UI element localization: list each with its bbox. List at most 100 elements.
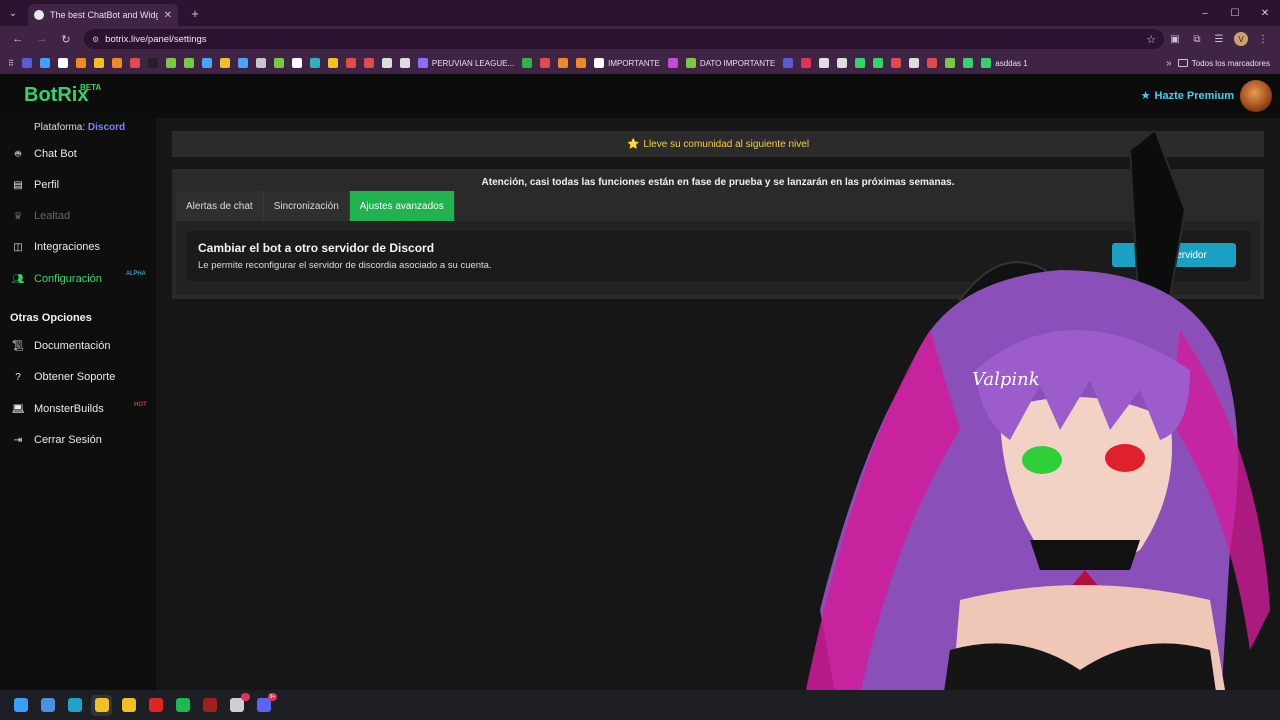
- sidebar-item-chat-bot[interactable]: 🤖︎ Chat Bot: [12, 148, 77, 160]
- profile-avatar[interactable]: V: [1234, 32, 1248, 46]
- bookmark-item[interactable]: [833, 54, 851, 72]
- platform-value[interactable]: Discord: [88, 122, 125, 133]
- sidebar-item-soporte[interactable]: ? Obtener Soporte: [12, 371, 115, 383]
- bookmark-item[interactable]: IMPORTANTE: [590, 54, 664, 72]
- forward-arrow-icon[interactable]: →: [30, 33, 54, 45]
- tab-sincronizacion[interactable]: Sincronización: [263, 191, 350, 221]
- avatar[interactable]: [1240, 80, 1272, 112]
- bookmark-item[interactable]: [572, 54, 590, 72]
- bookmark-item[interactable]: [554, 54, 572, 72]
- bookmark-favicon-icon: [129, 58, 140, 68]
- bookmark-item[interactable]: [664, 54, 682, 72]
- youtube-icon[interactable]: [145, 695, 166, 716]
- bookmark-item[interactable]: [797, 54, 815, 72]
- sidebar-item-documentacion[interactable]: 📜︎ Documentación: [12, 340, 111, 352]
- bookmark-item[interactable]: [54, 54, 72, 72]
- bookmark-item[interactable]: [779, 54, 797, 72]
- apps-grid-icon[interactable]: ⠿: [4, 54, 18, 72]
- tab-search-icon[interactable]: ☰: [1208, 34, 1230, 45]
- app-red-icon[interactable]: [199, 695, 220, 716]
- sidebar-item-configuracion[interactable]: 👥︎ Configuración: [12, 273, 102, 285]
- maximize-button[interactable]: ☐: [1220, 0, 1250, 26]
- sidebar-item-perfil[interactable]: ▤ Perfil: [12, 179, 59, 191]
- bookmark-item[interactable]: [144, 54, 162, 72]
- bookmark-item[interactable]: [959, 54, 977, 72]
- bookmarks-overflow-icon[interactable]: »: [1160, 58, 1178, 69]
- bookmark-item[interactable]: [234, 54, 252, 72]
- sidebar-item-cerrar-sesion[interactable]: ⇥ Cerrar Sesión: [12, 434, 102, 446]
- select-server-button[interactable]: cionar servidor: [1112, 243, 1236, 267]
- bookmark-item[interactable]: [941, 54, 959, 72]
- edge-icon[interactable]: [64, 695, 85, 716]
- bookmark-item[interactable]: [396, 54, 414, 72]
- file-explorer-alt-icon[interactable]: [37, 695, 58, 716]
- folder-icon[interactable]: [118, 695, 139, 716]
- notification-badge: [241, 692, 250, 701]
- windows-start-icon[interactable]: [10, 695, 31, 716]
- bookmark-item[interactable]: [536, 54, 554, 72]
- bookmark-item[interactable]: [216, 54, 234, 72]
- bookmark-item[interactable]: [72, 54, 90, 72]
- new-tab-button[interactable]: +: [184, 6, 206, 21]
- bookmark-item[interactable]: [887, 54, 905, 72]
- bookmark-item[interactable]: DATO IMPORTANTE: [682, 54, 779, 72]
- bookmark-item[interactable]: [270, 54, 288, 72]
- bookmark-item[interactable]: [288, 54, 306, 72]
- spotify-icon[interactable]: [172, 695, 193, 716]
- bookmark-favicon-icon: [291, 58, 302, 68]
- bookmark-item[interactable]: [18, 54, 36, 72]
- reload-icon[interactable]: ↻: [54, 33, 78, 46]
- bookmark-item[interactable]: [90, 54, 108, 72]
- app-glyph: [148, 698, 163, 712]
- bookmark-item[interactable]: [851, 54, 869, 72]
- bookmark-label: PERUVIAN LEAGUE...: [431, 58, 515, 68]
- bookmark-star-icon[interactable]: ☆: [1146, 33, 1156, 46]
- bookmark-item[interactable]: [378, 54, 396, 72]
- bookmark-item[interactable]: [108, 54, 126, 72]
- bookmark-item[interactable]: [36, 54, 54, 72]
- back-arrow-icon[interactable]: ←: [6, 33, 30, 45]
- premium-link[interactable]: ★ Hazte Premium: [1141, 89, 1234, 103]
- bookmark-item[interactable]: [518, 54, 536, 72]
- banner-text: Lleve su comunidad al siguiente nivel: [643, 138, 810, 150]
- bookmark-favicon-icon: [873, 58, 884, 68]
- sidebar-item-integraciones[interactable]: ◫ Integraciones: [12, 241, 100, 253]
- botrix-logo[interactable]: BotRix: [24, 84, 88, 107]
- tab-ajustes-avanzados[interactable]: Ajustes avanzados: [349, 191, 455, 221]
- bookmark-item[interactable]: [324, 54, 342, 72]
- bookmark-item[interactable]: [342, 54, 360, 72]
- bookmark-item[interactable]: PERUVIAN LEAGUE...: [414, 54, 518, 72]
- cast-icon[interactable]: ▣: [1164, 34, 1186, 45]
- close-window-button[interactable]: ✕: [1250, 0, 1280, 26]
- bookmark-item[interactable]: [180, 54, 198, 72]
- menu-kebab-icon[interactable]: ⋮: [1252, 34, 1274, 45]
- close-tab-icon[interactable]: ✕: [164, 10, 172, 21]
- bookmark-item[interactable]: [252, 54, 270, 72]
- all-bookmarks-folder[interactable]: Todos los marcadores: [1177, 59, 1276, 68]
- browser-tab-strip: ⌄ The best ChatBot and Widgets ✕ + – ☐ ✕: [0, 0, 1280, 26]
- site-info-icon[interactable]: ⚙: [92, 35, 99, 44]
- sidebar-item-lealtad[interactable]: ♛ Lealtad: [12, 210, 71, 222]
- browser-tab-active[interactable]: The best ChatBot and Widgets ✕: [28, 4, 178, 26]
- bookmark-item[interactable]: [126, 54, 144, 72]
- tab-alertas-de-chat[interactable]: Alertas de chat: [176, 191, 264, 221]
- sidebar-item-monsterbuilds[interactable]: 💻︎ MonsterBuilds: [12, 403, 104, 415]
- chevron-down-icon[interactable]: ⌄: [0, 0, 26, 26]
- discord-icon[interactable]: 9+: [253, 692, 277, 716]
- chrome-icon[interactable]: [91, 694, 112, 716]
- bookmark-item[interactable]: [815, 54, 833, 72]
- minimize-button[interactable]: –: [1190, 0, 1220, 26]
- extensions-icon[interactable]: ⧉: [1186, 34, 1208, 45]
- bookmark-item[interactable]: [306, 54, 324, 72]
- bookmark-item[interactable]: asddas 1: [977, 54, 1031, 72]
- bookmark-item[interactable]: [162, 54, 180, 72]
- bookmark-item[interactable]: [923, 54, 941, 72]
- bookmark-item[interactable]: [869, 54, 887, 72]
- bookmark-item[interactable]: [905, 54, 923, 72]
- address-bar[interactable]: ⚙ botrix.live/panel/settings ☆: [84, 29, 1164, 49]
- bookmark-item[interactable]: [198, 54, 216, 72]
- promo-banner[interactable]: ⭐ Lleve su comunidad al siguiente nivel: [172, 131, 1264, 157]
- bookmark-label: DATO IMPORTANTE: [699, 58, 776, 68]
- steam-clock-icon[interactable]: [226, 692, 250, 716]
- bookmark-item[interactable]: [360, 54, 378, 72]
